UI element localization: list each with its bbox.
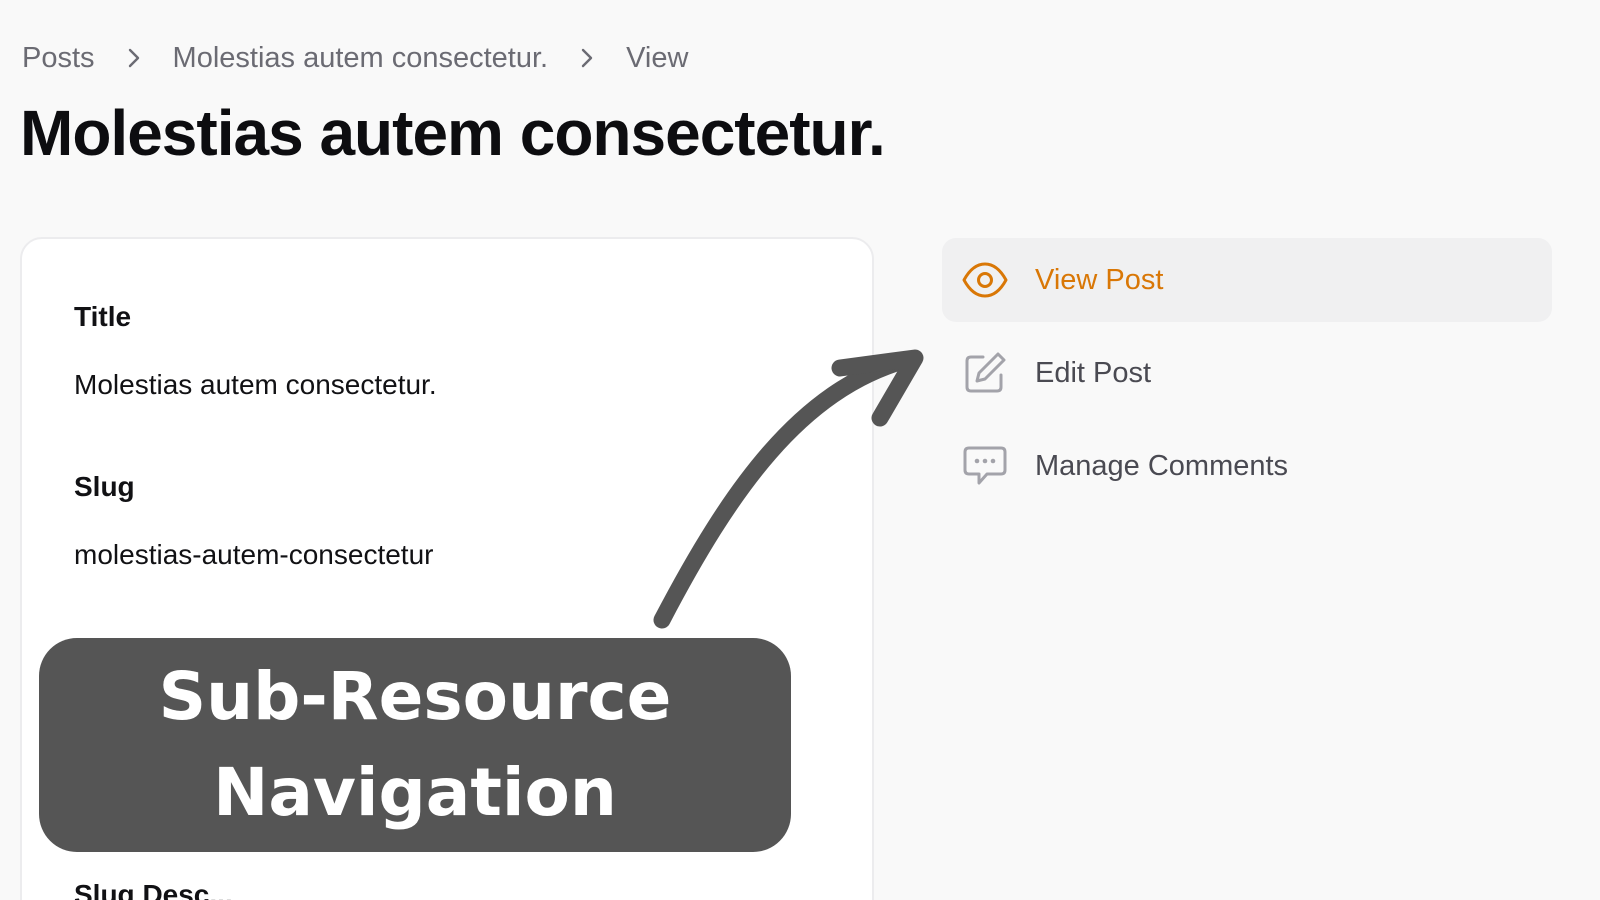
subnav-item-manage-comments[interactable]: Manage Comments [942, 424, 1552, 508]
field-label-title: Title [74, 301, 132, 332]
eye-icon [961, 256, 1009, 304]
breadcrumb: Posts Molestias autem consectetur. View [22, 38, 688, 78]
subnav-label: Manage Comments [1035, 449, 1289, 482]
breadcrumb-item-view: View [626, 41, 689, 74]
subnav-item-edit-post[interactable]: Edit Post [942, 331, 1552, 415]
page-title: Molestias autem consectetur. [20, 97, 886, 169]
field-label-slug: Slug [74, 471, 135, 502]
field-value-title: Molestias autem consectetur. [74, 369, 437, 400]
banner-line-2: Navigation [213, 754, 617, 831]
subnav-label: Edit Post [1035, 356, 1152, 389]
pencil-square-icon [961, 349, 1009, 397]
breadcrumb-item-post[interactable]: Molestias autem consectetur. [173, 42, 549, 75]
field-value-slug: molestias-autem-consectetur [74, 539, 434, 570]
subnav-label: View Post [1035, 263, 1164, 296]
banner-line-1: Sub-Resource [158, 658, 672, 735]
sub-navigation: View Post Edit Post Manage Comments [942, 238, 1552, 517]
subnav-item-view-post[interactable]: View Post [942, 238, 1552, 322]
page: Posts Molestias autem consectetur. View … [0, 0, 1600, 900]
breadcrumb-item-posts[interactable]: Posts [22, 42, 95, 75]
chevron-right-icon [548, 47, 626, 69]
field-label-partial: Slug Desc... [74, 879, 233, 900]
chevron-right-icon [95, 47, 173, 69]
chat-bubble-icon [961, 442, 1009, 490]
annotation-banner: Sub-Resource Navigation [39, 638, 791, 852]
